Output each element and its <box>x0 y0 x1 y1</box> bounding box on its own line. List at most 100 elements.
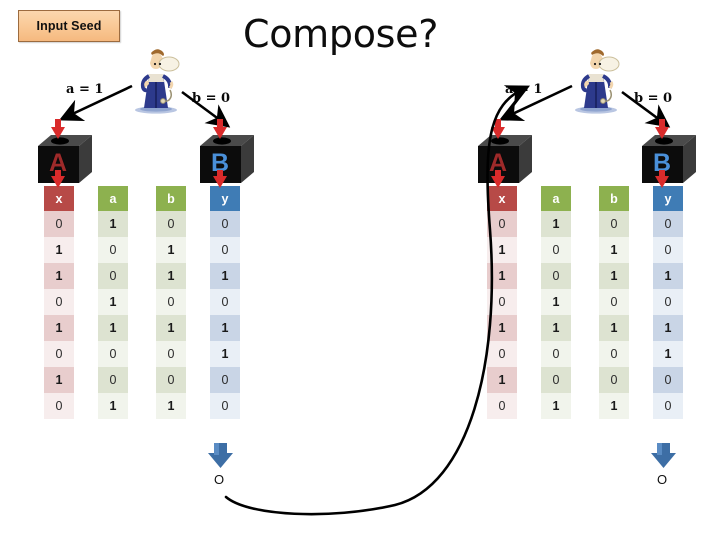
edge-label-a-right: a = 1 <box>505 82 543 97</box>
output-symbol-right: O <box>657 472 668 487</box>
black-box-a-left: A <box>37 132 93 184</box>
edge-label-b-left: b = 0 <box>192 91 231 106</box>
table-cell-x-right: 0 <box>487 341 517 367</box>
table-cell-b-right: 1 <box>599 263 629 289</box>
table-cell-x-left: 0 <box>44 211 74 237</box>
table-cell-a-left: 1 <box>98 393 128 419</box>
black-box-a-right-letter: A <box>488 148 508 177</box>
table-cell-x-right: 1 <box>487 237 517 263</box>
table-cell-y-left: 1 <box>210 315 240 341</box>
black-box-a-right: A <box>477 132 533 184</box>
table-column-b-right: b01101001 <box>599 186 629 419</box>
table-cell-b-right: 0 <box>599 289 629 315</box>
table-cell-a-right: 1 <box>541 393 571 419</box>
magician-figure-icon <box>125 44 187 114</box>
table-cell-a-right: 1 <box>541 211 571 237</box>
black-box-b-right: B <box>641 132 697 184</box>
table-header-b-left: b <box>156 186 186 211</box>
table-cell-b-right: 1 <box>599 393 629 419</box>
table-cell-y-right: 1 <box>653 341 683 367</box>
table-header-x-left: x <box>44 186 74 211</box>
table-cell-a-right: 1 <box>541 315 571 341</box>
slide-canvas: Input Seed Compose? a = 1 b = 0 A B x 0 … <box>0 0 720 540</box>
table-cell-y-right: 0 <box>653 211 683 237</box>
table-cell-y-right: 1 <box>653 315 683 341</box>
black-box-b-left: B <box>199 132 255 184</box>
table-cell-y-right: 1 <box>653 263 683 289</box>
table-cell-b-left: 0 <box>156 211 186 237</box>
table-cell-y-left: 0 <box>210 367 240 393</box>
table-column-b-left: b01101001 <box>156 186 186 419</box>
table-cell-y-right: 0 <box>653 393 683 419</box>
table-cell-y-right: 0 <box>653 289 683 315</box>
table-cell-b-right: 0 <box>599 211 629 237</box>
table-cell-x-left: 0 <box>44 341 74 367</box>
blue-arrow-down-icon-right <box>651 443 676 468</box>
table-column-a-right: a10011001 <box>541 186 571 419</box>
table-cell-a-right: 0 <box>541 237 571 263</box>
table-cell-y-left: 1 <box>210 341 240 367</box>
table-cell-a-right: 0 <box>541 341 571 367</box>
table-cell-y-right: 0 <box>653 367 683 393</box>
table-header-x-right: x <box>487 186 517 211</box>
table-cell-b-left: 0 <box>156 341 186 367</box>
table-cell-x-left: 1 <box>44 263 74 289</box>
table-cell-y-left: 0 <box>210 289 240 315</box>
table-cell-x-left: 1 <box>44 237 74 263</box>
table-cell-a-right: 1 <box>541 289 571 315</box>
table-cell-b-left: 0 <box>156 289 186 315</box>
table-header-b-right: b <box>599 186 629 211</box>
table-cell-b-right: 1 <box>599 315 629 341</box>
table-header-a-left: a <box>98 186 128 211</box>
output-symbol-left: O <box>214 472 225 487</box>
table-cell-b-right: 0 <box>599 341 629 367</box>
table-column-x-right: x01101010 <box>487 186 517 419</box>
table-cell-y-left: 0 <box>210 237 240 263</box>
page-title: Compose? <box>243 12 439 56</box>
table-cell-b-left: 1 <box>156 263 186 289</box>
magician-figure-icon-right <box>565 44 627 114</box>
table-cell-x-left: 0 <box>44 289 74 315</box>
table-cell-x-left: 1 <box>44 315 74 341</box>
table-header-y-left: y <box>210 186 240 211</box>
input-seed-label: Input Seed <box>36 19 102 33</box>
table-cell-a-right: 0 <box>541 367 571 393</box>
table-cell-x-left: 0 <box>44 393 74 419</box>
table-cell-x-right: 1 <box>487 263 517 289</box>
table-cell-a-left: 0 <box>98 367 128 393</box>
table-cell-a-left: 1 <box>98 289 128 315</box>
table-cell-b-right: 0 <box>599 367 629 393</box>
table-column-x-left: x01101010 <box>44 186 74 419</box>
table-cell-x-right: 1 <box>487 367 517 393</box>
table-cell-b-left: 1 <box>156 237 186 263</box>
table-cell-x-left: 1 <box>44 367 74 393</box>
table-cell-x-right: 0 <box>487 289 517 315</box>
table-cell-b-left: 1 <box>156 393 186 419</box>
table-cell-a-right: 0 <box>541 263 571 289</box>
table-cell-x-right: 0 <box>487 211 517 237</box>
table-cell-y-left: 1 <box>210 263 240 289</box>
table-cell-y-left: 0 <box>210 393 240 419</box>
table-cell-b-left: 1 <box>156 315 186 341</box>
table-cell-a-left: 1 <box>98 211 128 237</box>
table-cell-b-right: 1 <box>599 237 629 263</box>
table-cell-y-right: 0 <box>653 237 683 263</box>
table-cell-a-left: 0 <box>98 263 128 289</box>
table-header-a-right: a <box>541 186 571 211</box>
blue-arrow-down-icon-left <box>208 443 233 468</box>
table-column-a-left: a10011001 <box>98 186 128 419</box>
table-header-y-right: y <box>653 186 683 211</box>
table-cell-x-right: 0 <box>487 393 517 419</box>
table-cell-y-left: 0 <box>210 211 240 237</box>
table-cell-a-left: 0 <box>98 341 128 367</box>
table-cell-a-left: 1 <box>98 315 128 341</box>
edge-label-a-left: a = 1 <box>66 82 104 97</box>
edge-label-b-right: b = 0 <box>634 91 673 106</box>
input-seed-callout: Input Seed <box>18 10 120 42</box>
table-column-y-right: y00101100 <box>653 186 683 419</box>
black-box-b-right-letter: B <box>652 148 672 177</box>
black-box-a-left-letter: A <box>48 148 68 177</box>
table-cell-b-left: 0 <box>156 367 186 393</box>
table-cell-x-right: 1 <box>487 315 517 341</box>
table-cell-a-left: 0 <box>98 237 128 263</box>
